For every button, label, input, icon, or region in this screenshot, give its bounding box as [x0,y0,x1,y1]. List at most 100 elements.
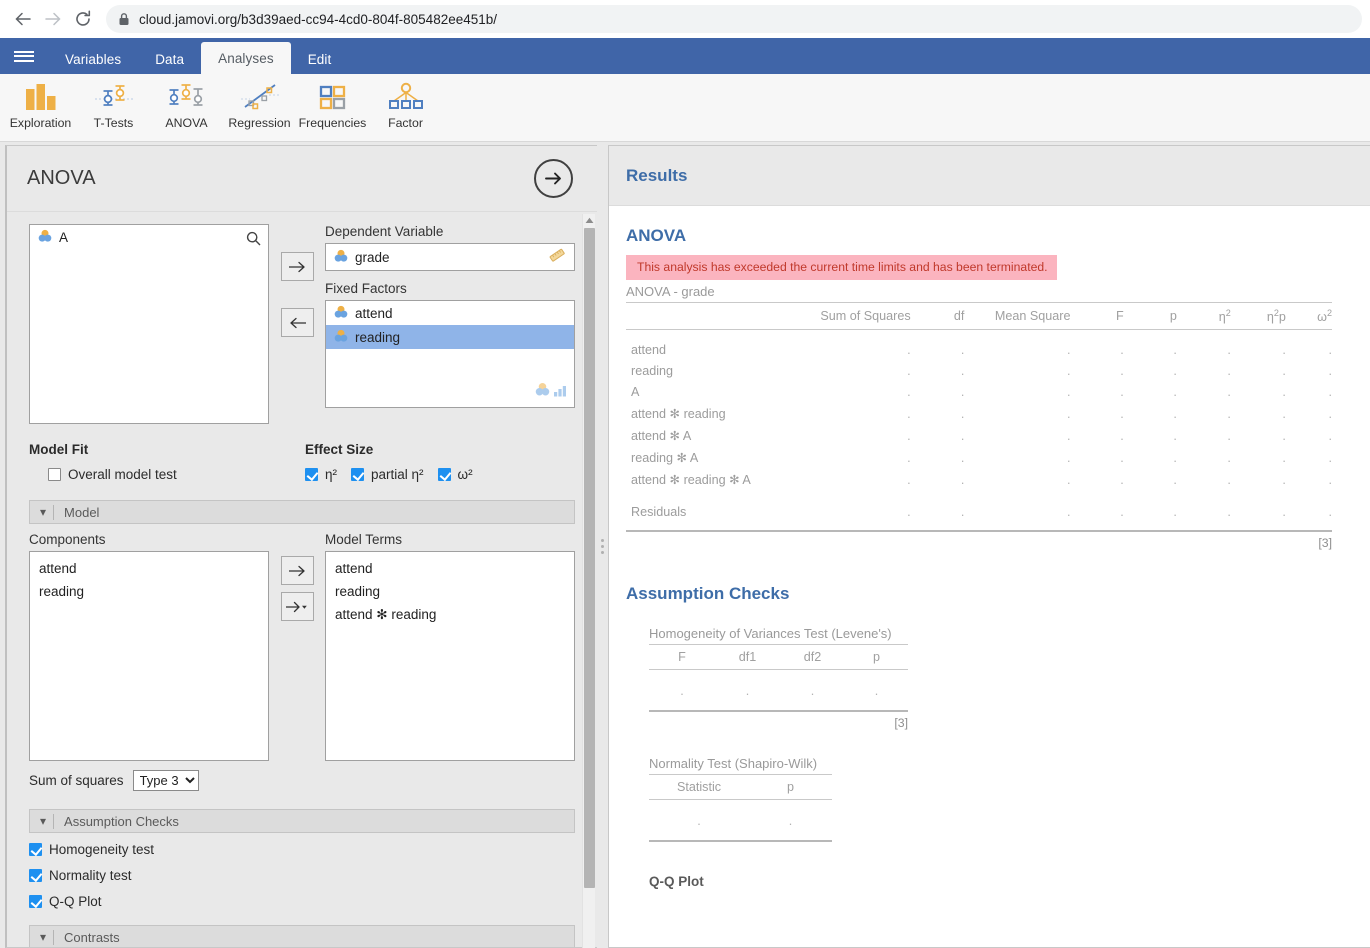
checkbox-box[interactable] [48,468,61,481]
ribbon-button-anova[interactable]: ANOVA [150,74,223,140]
splitter-grip-icon[interactable] [601,539,604,554]
chevron-down-icon[interactable]: ▾ [40,506,46,518]
list-item[interactable]: grade [326,244,398,270]
available-variables-list[interactable]: A [29,224,269,424]
col-df: df [910,301,965,331]
row-term: reading [631,364,674,379]
remove-variable-button[interactable] [280,308,314,337]
assign-variable-button[interactable] [280,252,314,281]
list-item[interactable]: reading [326,325,574,349]
results-heading-qq-plot[interactable]: Q-Q Plot [649,874,1348,889]
back-icon[interactable] [8,4,38,34]
results-content[interactable]: ANOVA This analysis has exceeded the cur… [609,206,1370,947]
col-df1: df1 [715,643,780,670]
modelfit-effectsize-row: Model Fit Overall model test Effect Size… [29,442,575,482]
fixed-factors-label: Fixed Factors [325,281,407,296]
tab-edit[interactable]: Edit [291,44,349,74]
table-row: attend .. .. .. .. [626,330,1332,361]
chevron-down-icon[interactable]: ▾ [40,815,46,827]
col-f: F [649,643,715,670]
ribbon-button-regression[interactable]: Regression [223,74,296,140]
checkbox-normality-test[interactable]: Normality test [29,868,575,883]
two-error-bars-icon [92,80,136,114]
list-item[interactable]: reading [326,580,574,603]
ribbon-button-frequencies[interactable]: Frequencies [296,74,369,140]
results-heading-assumption-checks[interactable]: Assumption Checks [626,584,1348,604]
ribbon-button-exploration[interactable]: Exploration [4,74,77,140]
col-eta-squared: η2 [1176,301,1231,331]
list-item[interactable]: attend ✻ reading [326,603,574,626]
section-header-assumption-checks[interactable]: ▾ Assumption Checks [29,809,575,833]
add-term-button[interactable] [280,556,314,585]
checkbox-homogeneity-test[interactable]: Homogeneity test [29,842,575,857]
ribbon-label: T-Tests [93,116,134,130]
anova-table-caption: ANOVA - grade [626,284,715,299]
checkbox-omega-squared[interactable]: ω² [437,467,473,482]
sum-of-squares-select[interactable]: Type 3 [132,770,199,791]
checkbox-box[interactable] [29,869,42,882]
levene-table[interactable]: F df1 df2 p . . . . [649,643,908,712]
table-row: reading .. .. .. .. [626,361,1332,382]
list-item[interactable]: reading [30,580,268,603]
panel-splitter[interactable] [597,145,608,948]
results-title: Results [626,165,688,185]
dependent-variable-box[interactable]: grade [325,243,575,271]
checkbox-box[interactable] [351,468,365,481]
table-row: . . [649,799,832,842]
ribbon-button-t-tests[interactable]: T-Tests [77,74,150,140]
row-term: A [631,385,640,400]
chevron-down-icon[interactable]: ▾ [40,931,46,943]
list-item[interactable]: A [30,225,268,249]
checkbox-box[interactable] [305,468,318,481]
divider [53,504,55,520]
forward-icon[interactable] [38,4,68,34]
components-label: Components [29,532,106,547]
scrollbar-thumb[interactable] [584,228,595,888]
table-row: attend ✻ reading .. .. .. .. [626,403,1332,425]
bar-chart-icon [22,80,60,114]
variable-name: grade [355,249,390,265]
tab-data[interactable]: Data [138,44,201,74]
levene-note-ref: [3] [894,715,908,730]
checkbox-label: Overall model test [68,467,177,482]
ribbon-label: Frequencies [298,116,367,130]
options-scrollbar[interactable] [582,214,595,948]
list-item[interactable]: attend [326,557,574,580]
tab-variables[interactable]: Variables [48,44,138,74]
add-term-dropdown-button[interactable] [280,592,314,621]
checkbox-box[interactable] [29,895,42,908]
components-list[interactable]: attend reading [29,551,269,761]
section-header-contrasts[interactable]: ▾ Contrasts [29,925,575,947]
results-heading-anova[interactable]: ANOVA [626,226,1348,246]
checkbox-overall-model-test[interactable]: Overall model test [29,467,305,482]
col-term [626,301,798,331]
checkbox-box[interactable] [437,468,451,481]
section-title: Contrasts [64,929,120,945]
section-header-model[interactable]: ▾ Model [29,500,575,524]
checkbox-label: Q-Q Plot [49,894,102,909]
hamburger-menu-icon[interactable] [0,38,48,74]
model-terms-list[interactable]: attend reading attend ✻ reading [325,551,575,761]
col-p: p [749,773,832,800]
checkbox-eta-squared[interactable]: η² [305,467,337,482]
anova-table[interactable]: Sum of Squares df Mean Square F p η2 η2p… [626,301,1332,532]
analyses-ribbon: Exploration T-Tests ANOVA Regression Fre… [0,74,1370,142]
checkbox-partial-eta-squared[interactable]: partial η² [351,467,424,482]
checkbox-box[interactable] [29,843,42,856]
reload-icon[interactable] [68,4,98,34]
row-term: Residuals [626,490,798,532]
list-item[interactable]: attend [30,557,268,580]
address-bar[interactable]: cloud.jamovi.org/b3d39aed-cc94-4cd0-804f… [106,5,1362,33]
search-icon[interactable] [246,231,261,251]
ribbon-button-factor[interactable]: Factor [369,74,442,140]
table-header-row: F df1 df2 p [649,643,908,670]
list-item[interactable]: attend [326,301,574,325]
checkbox-qq-plot[interactable]: Q-Q Plot [29,894,575,909]
arrow-right-circle-icon[interactable] [534,159,573,198]
col-partial-eta-squared: η2p [1230,301,1286,331]
shapiro-table[interactable]: Statistic p . . [649,773,832,842]
fixed-factors-box[interactable]: attend reading [325,300,575,408]
table-header-row: Sum of Squares df Mean Square F p η2 η2p… [626,301,1332,331]
tab-analyses[interactable]: Analyses [201,42,291,74]
scroll-up-arrow-icon[interactable] [583,214,595,227]
